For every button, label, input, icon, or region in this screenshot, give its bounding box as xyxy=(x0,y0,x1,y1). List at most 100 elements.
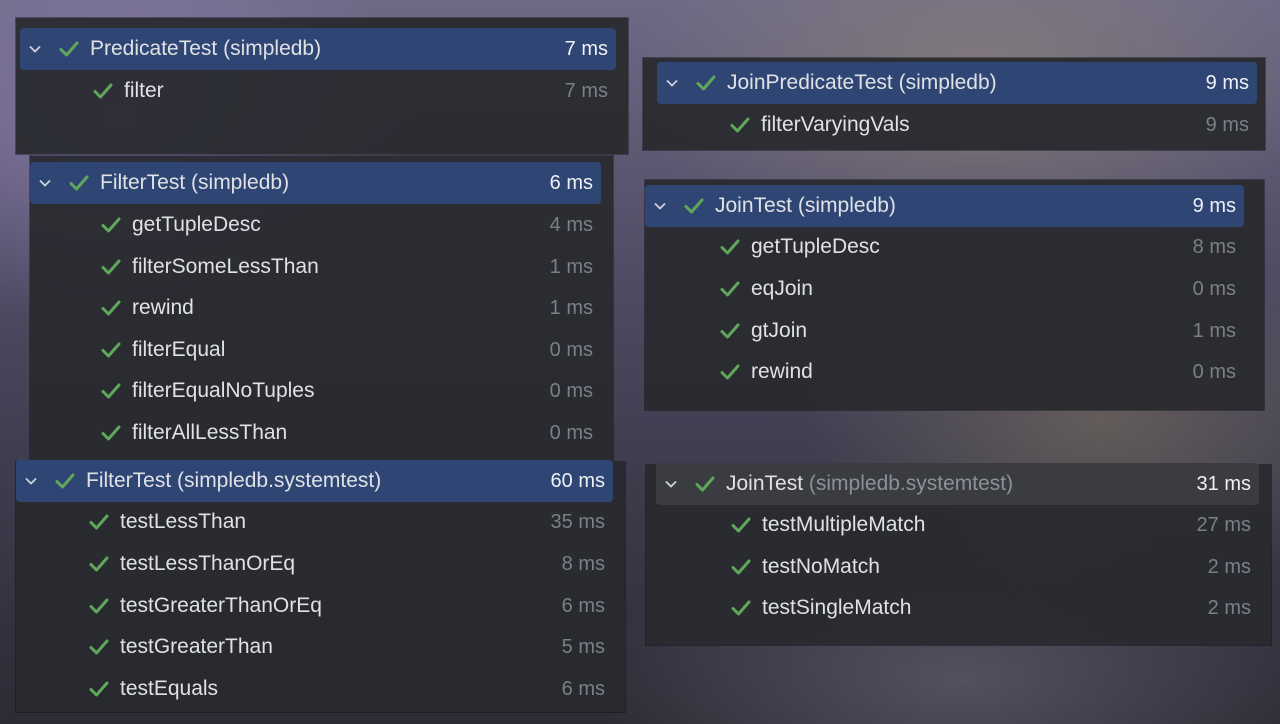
test-row[interactable]: getTupleDesc 8 ms xyxy=(645,226,1244,268)
test-row[interactable]: eqJoin 0 ms xyxy=(645,268,1244,310)
test-suite-row[interactable]: FilterTest (simpledb) 6 ms xyxy=(30,162,601,204)
test-row[interactable]: testGreaterThan 5 ms xyxy=(16,626,613,668)
suite-duration: 9 ms xyxy=(1192,194,1236,217)
test-duration: 0 ms xyxy=(549,338,593,361)
test-row[interactable]: rewind 1 ms xyxy=(30,287,601,329)
checkmark-icon xyxy=(719,236,741,258)
suite-name: FilterTest xyxy=(86,469,172,492)
test-name: filterSomeLessThan xyxy=(132,255,319,278)
test-name: rewind xyxy=(132,296,194,319)
test-name: testEquals xyxy=(120,677,219,700)
test-name: filterAllLessThan xyxy=(132,421,288,444)
test-name: testGreaterThan xyxy=(120,635,273,658)
test-name: getTupleDesc xyxy=(132,213,261,236)
test-name: filterVaryingVals xyxy=(761,113,910,136)
test-duration: 6 ms xyxy=(561,677,605,700)
test-name: rewind xyxy=(751,360,813,383)
test-row[interactable]: rewind 0 ms xyxy=(645,351,1244,393)
test-row[interactable]: filter 7 ms xyxy=(16,70,616,112)
test-duration: 8 ms xyxy=(561,552,605,575)
checkmark-icon xyxy=(729,114,751,136)
test-duration: 7 ms xyxy=(564,79,608,102)
checkmark-icon xyxy=(730,597,752,619)
test-name: filterEqualNoTuples xyxy=(132,379,315,402)
suite-duration: 7 ms xyxy=(564,37,608,60)
checkmark-icon xyxy=(683,195,705,217)
test-row[interactable]: testEquals 6 ms xyxy=(16,668,613,710)
suite-package: (simpledb) xyxy=(191,171,290,194)
test-name: filter xyxy=(124,79,164,102)
checkmark-icon xyxy=(88,595,110,617)
test-suite-row[interactable]: JoinTest (simpledb) 9 ms xyxy=(645,185,1244,227)
test-row[interactable]: testMultipleMatch 27 ms xyxy=(646,504,1259,546)
test-row[interactable]: getTupleDesc 4 ms xyxy=(30,204,601,246)
suite-package: (simpledb) xyxy=(223,37,322,60)
test-duration: 8 ms xyxy=(1192,235,1236,258)
test-duration: 2 ms xyxy=(1207,555,1251,578)
test-row[interactable]: filterVaryingVals 9 ms xyxy=(643,104,1257,146)
test-row[interactable]: testSingleMatch 2 ms xyxy=(646,587,1259,629)
chevron-down-icon[interactable] xyxy=(24,474,38,488)
test-name: testLessThanOrEq xyxy=(120,552,296,575)
checkmark-icon xyxy=(58,38,80,60)
test-duration: 35 ms xyxy=(550,510,605,533)
checkmark-icon xyxy=(719,361,741,383)
test-duration: 0 ms xyxy=(1192,360,1236,383)
checkmark-icon xyxy=(694,473,716,495)
checkmark-icon xyxy=(88,678,110,700)
checkmark-icon xyxy=(695,72,717,94)
test-row[interactable]: filterSomeLessThan 1 ms xyxy=(30,246,601,288)
test-duration: 0 ms xyxy=(549,379,593,402)
test-name: eqJoin xyxy=(751,277,813,300)
suite-duration: 60 ms xyxy=(550,469,605,492)
suite-duration: 9 ms xyxy=(1205,71,1249,94)
test-panel-predicatetest: PredicateTest (simpledb) 7 ms filter 7 m… xyxy=(16,18,628,154)
suite-name: JoinPredicateTest xyxy=(727,71,893,94)
checkmark-icon xyxy=(719,320,741,342)
checkmark-icon xyxy=(100,339,122,361)
chevron-down-icon[interactable] xyxy=(665,76,679,90)
test-suite-row[interactable]: PredicateTest (simpledb) 7 ms xyxy=(20,28,616,70)
test-name: filterEqual xyxy=(132,338,226,361)
test-name: testLessThan xyxy=(120,510,247,533)
checkmark-icon xyxy=(730,556,752,578)
test-suite-row[interactable]: JoinPredicateTest (simpledb) 9 ms xyxy=(657,62,1257,104)
test-row[interactable]: testGreaterThanOrEq 6 ms xyxy=(16,585,613,627)
test-row[interactable]: testNoMatch 2 ms xyxy=(646,546,1259,588)
test-row[interactable]: filterAllLessThan 0 ms xyxy=(30,412,601,454)
test-suite-row[interactable]: JoinTest (simpledb.systemtest) 31 ms xyxy=(656,463,1259,505)
checkmark-icon xyxy=(88,553,110,575)
test-panel-jointest-systemtest: JoinTest (simpledb.systemtest) 31 ms tes… xyxy=(646,463,1271,645)
suite-package: (simpledb.systemtest) xyxy=(177,469,382,492)
test-name: testMultipleMatch xyxy=(762,513,926,536)
checkmark-icon xyxy=(100,380,122,402)
suite-duration: 6 ms xyxy=(549,171,593,194)
checkmark-icon xyxy=(100,422,122,444)
test-name: testGreaterThanOrEq xyxy=(120,594,322,617)
chevron-down-icon[interactable] xyxy=(664,477,678,491)
test-panel-filtertest: FilterTest (simpledb) 6 ms getTupleDesc … xyxy=(30,156,613,460)
test-row[interactable]: filterEqual 0 ms xyxy=(30,329,601,371)
test-duration: 1 ms xyxy=(1192,319,1236,342)
test-duration: 4 ms xyxy=(549,213,593,236)
test-row[interactable]: testLessThanOrEq 8 ms xyxy=(16,543,613,585)
checkmark-icon xyxy=(88,636,110,658)
test-duration: 0 ms xyxy=(1192,277,1236,300)
suite-name: JoinTest xyxy=(715,194,793,217)
test-name: getTupleDesc xyxy=(751,235,880,258)
chevron-down-icon[interactable] xyxy=(38,176,52,190)
suite-duration: 31 ms xyxy=(1196,472,1251,495)
chevron-down-icon[interactable] xyxy=(28,42,42,56)
test-row[interactable]: gtJoin 1 ms xyxy=(645,310,1244,352)
test-row[interactable]: filterEqualNoTuples 0 ms xyxy=(30,370,601,412)
suite-package: (simpledb) xyxy=(797,194,896,217)
suite-name: JoinTest xyxy=(726,472,804,495)
test-duration: 1 ms xyxy=(549,255,593,278)
test-duration: 2 ms xyxy=(1207,596,1251,619)
suite-name: PredicateTest xyxy=(90,37,218,60)
chevron-down-icon[interactable] xyxy=(653,199,667,213)
test-row[interactable]: testLessThan 35 ms xyxy=(16,501,613,543)
test-name: testNoMatch xyxy=(762,555,880,578)
test-suite-row[interactable]: FilterTest (simpledb.systemtest) 60 ms xyxy=(16,460,613,502)
checkmark-icon xyxy=(719,278,741,300)
